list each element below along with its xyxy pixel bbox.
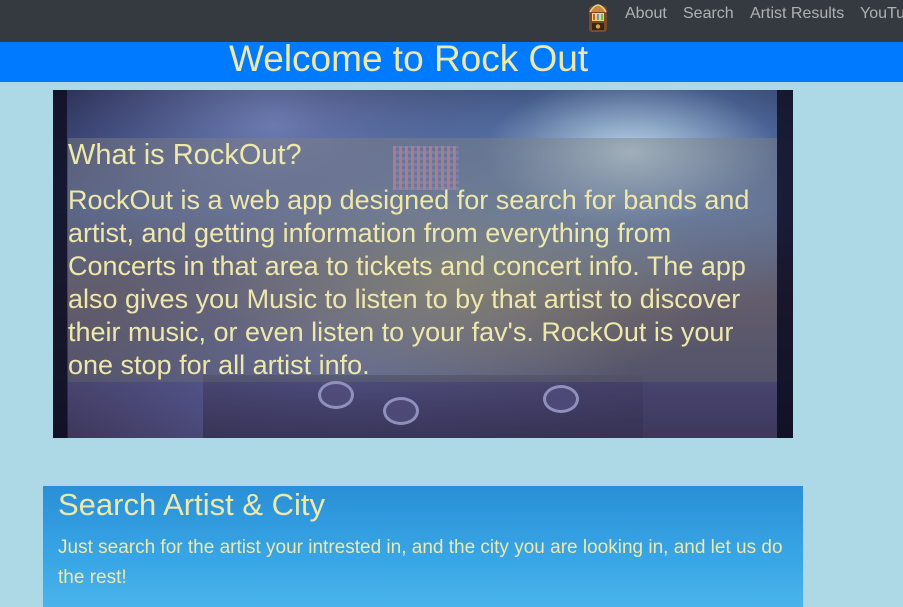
welcome-banner: Welcome to Rock Out xyxy=(0,38,903,82)
search-section-description: Just search for the artist your intreste… xyxy=(58,537,783,588)
nav-link-artist-results[interactable]: Artist Results xyxy=(750,5,844,23)
nav-link-about[interactable]: About xyxy=(625,5,667,23)
page-title: Welcome to Rock Out xyxy=(229,38,589,79)
jukebox-icon[interactable] xyxy=(588,0,608,33)
hero-description: RockOut is a web app designed for search… xyxy=(68,185,750,380)
nav-link-youtube[interactable]: YouTu xyxy=(860,5,903,23)
hero-image-edge-left xyxy=(53,90,67,438)
hero-overlay-lower xyxy=(68,382,777,438)
hero-heading: What is RockOut? xyxy=(68,139,302,171)
nav-link-search[interactable]: Search xyxy=(683,5,734,23)
top-navbar: About Search Artist Results YouTu xyxy=(0,0,903,42)
search-section-heading: Search Artist & City xyxy=(58,487,326,522)
